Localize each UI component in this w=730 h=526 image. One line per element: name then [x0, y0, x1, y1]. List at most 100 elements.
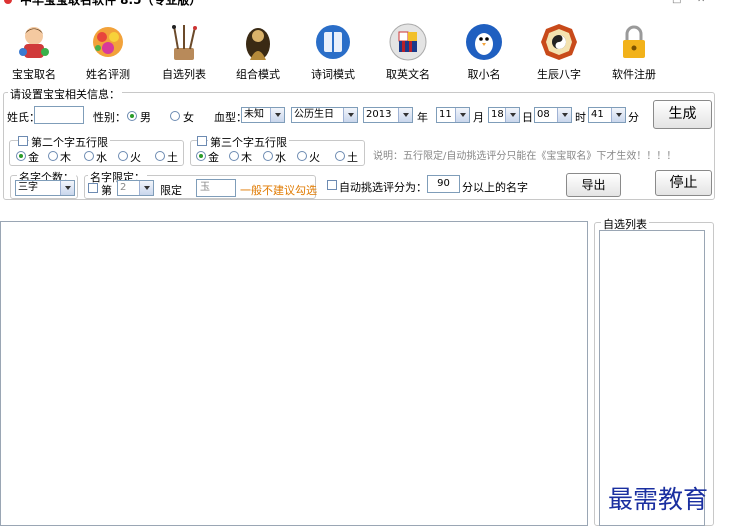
name-limit-position-select[interactable]: 2	[117, 180, 154, 196]
birth-day-select[interactable]: 18	[488, 107, 520, 123]
second-char-jin-radio[interactable]	[16, 151, 26, 161]
stop-button[interactable]: 停止	[655, 170, 712, 196]
name-limit-position-value: 2	[120, 182, 127, 193]
second-char-tu-label: 土	[167, 151, 178, 164]
third-char-shui-radio[interactable]	[263, 151, 273, 161]
name-count-value: 三字	[18, 182, 38, 193]
birth-minute-select[interactable]: 41	[588, 107, 626, 123]
chevron-down-icon	[60, 181, 74, 195]
second-char-huo-radio[interactable]	[118, 151, 128, 161]
day-unit: 日	[522, 111, 533, 124]
baby-icon	[19, 27, 49, 58]
chevron-down-icon	[557, 108, 571, 122]
second-char-mu-radio[interactable]	[48, 151, 58, 161]
penguin-icon	[466, 24, 502, 60]
third-char-jin-label: 金	[208, 151, 219, 164]
toolbar-label: 生辰八字	[537, 68, 581, 81]
chevron-down-icon	[611, 108, 625, 122]
generate-button[interactable]: 生成	[653, 100, 712, 129]
close-icon[interactable]: ✕	[697, 0, 709, 6]
toolbar-label: 姓名评测	[86, 68, 130, 81]
birth-minute-value: 41	[591, 109, 604, 120]
birth-day-value: 18	[491, 109, 504, 120]
lock-icon	[623, 25, 645, 58]
toolbar-baby-naming[interactable]: 宝宝取名	[0, 18, 69, 84]
results-list[interactable]	[0, 221, 588, 526]
book-icon	[316, 25, 350, 59]
birth-hour-select[interactable]: 08	[534, 107, 572, 123]
third-char-tu-label: 土	[347, 151, 358, 164]
name-limit-warning: 一般不建议勾选	[240, 184, 317, 197]
second-char-shui-radio[interactable]	[84, 151, 94, 161]
auto-pick-label: 自动挑选评分为：	[339, 181, 427, 194]
birth-hour-value: 08	[537, 109, 550, 120]
baby-info-legend: 请设置宝宝相关信息：	[8, 86, 122, 102]
auto-pick-score-input[interactable]: 90	[427, 175, 460, 193]
toolbar-label: 自选列表	[162, 68, 206, 81]
third-char-mu-label: 木	[241, 151, 252, 164]
gender-male-radio[interactable]	[127, 111, 137, 121]
app-icon	[4, 0, 12, 4]
birth-month-select[interactable]: 11	[436, 107, 470, 123]
brushes-icon	[172, 25, 197, 60]
birth-month-value: 11	[439, 109, 452, 120]
third-char-legend: 第三个字五行限	[208, 134, 289, 150]
toolbar-english-name[interactable]: 取英文名	[373, 18, 443, 84]
hour-unit: 时	[575, 111, 586, 124]
gender-female-radio[interactable]	[170, 111, 180, 121]
toolbar-name-evaluation[interactable]: 姓名评测	[73, 18, 143, 84]
name-limit-di-label: 第	[101, 184, 112, 197]
second-char-shui-label: 水	[96, 151, 107, 164]
third-char-jin-radio[interactable]	[196, 151, 206, 161]
third-char-checkbox[interactable]	[197, 136, 207, 146]
second-char-mu-label: 木	[60, 151, 71, 164]
third-char-mu-radio[interactable]	[229, 151, 239, 161]
name-limit-char-input[interactable]: 玉	[196, 179, 236, 197]
third-char-huo-radio[interactable]	[297, 151, 307, 161]
third-char-tu-radio[interactable]	[335, 151, 345, 161]
year-unit: 年	[417, 111, 428, 124]
toolbar-poetry-mode[interactable]: 诗词模式	[298, 18, 368, 84]
toolbar-label: 组合模式	[236, 68, 280, 81]
blood-type-select[interactable]: 未知	[241, 107, 285, 123]
month-unit: 月	[473, 111, 484, 124]
gender-label: 性别：	[93, 111, 126, 124]
title-bar: 中华宝宝取名软件 8.5（专业版） — □ ✕	[0, 0, 730, 8]
auto-pick-checkbox[interactable]	[327, 180, 337, 190]
name-count-select[interactable]: 三字	[15, 180, 75, 196]
surname-input[interactable]	[34, 106, 84, 124]
second-char-legend: 第二个字五行限	[29, 134, 110, 150]
chevron-down-icon	[455, 108, 469, 122]
toolbar-label: 诗词模式	[311, 68, 355, 81]
second-char-checkbox[interactable]	[18, 136, 28, 146]
flower-ball-icon	[93, 27, 123, 57]
blood-type-value: 未知	[244, 109, 264, 120]
export-button[interactable]: 导出	[566, 173, 621, 197]
maximize-icon[interactable]: □	[672, 0, 684, 6]
toolbar-register[interactable]: 软件注册	[599, 18, 669, 84]
watermark: 最需教育	[608, 485, 709, 514]
guanyin-icon	[246, 28, 270, 60]
toolbar-bazi[interactable]: 生辰八字	[524, 18, 594, 84]
toolbar-nickname[interactable]: 取小名	[449, 18, 519, 84]
toolbar-combination-mode[interactable]: 组合模式	[223, 18, 293, 84]
minute-unit: 分	[628, 111, 639, 124]
toolbar-label: 软件注册	[612, 68, 656, 81]
chevron-down-icon	[343, 108, 357, 122]
auto-pick-suffix: 分以上的名字	[462, 181, 528, 194]
minimize-icon[interactable]: —	[648, 0, 660, 6]
toolbar-label: 取英文名	[386, 68, 430, 81]
chevron-down-icon	[270, 108, 284, 122]
toolbar-label: 宝宝取名	[12, 68, 56, 81]
birth-year-value: 2013	[366, 109, 392, 120]
window-title: 中华宝宝取名软件 8.5（专业版）	[20, 0, 202, 7]
birth-year-select[interactable]: 2013	[363, 107, 413, 123]
second-char-jin-label: 金	[28, 151, 39, 164]
calendar-type-value: 公历生日	[294, 109, 334, 120]
calendar-type-select[interactable]: 公历生日	[291, 107, 358, 123]
name-limit-checkbox[interactable]	[88, 183, 98, 193]
second-char-huo-label: 火	[130, 151, 141, 164]
second-char-tu-radio[interactable]	[155, 151, 165, 161]
toolbar-self-list[interactable]: 自选列表	[149, 18, 219, 84]
barcelona-crest-icon	[389, 23, 427, 61]
